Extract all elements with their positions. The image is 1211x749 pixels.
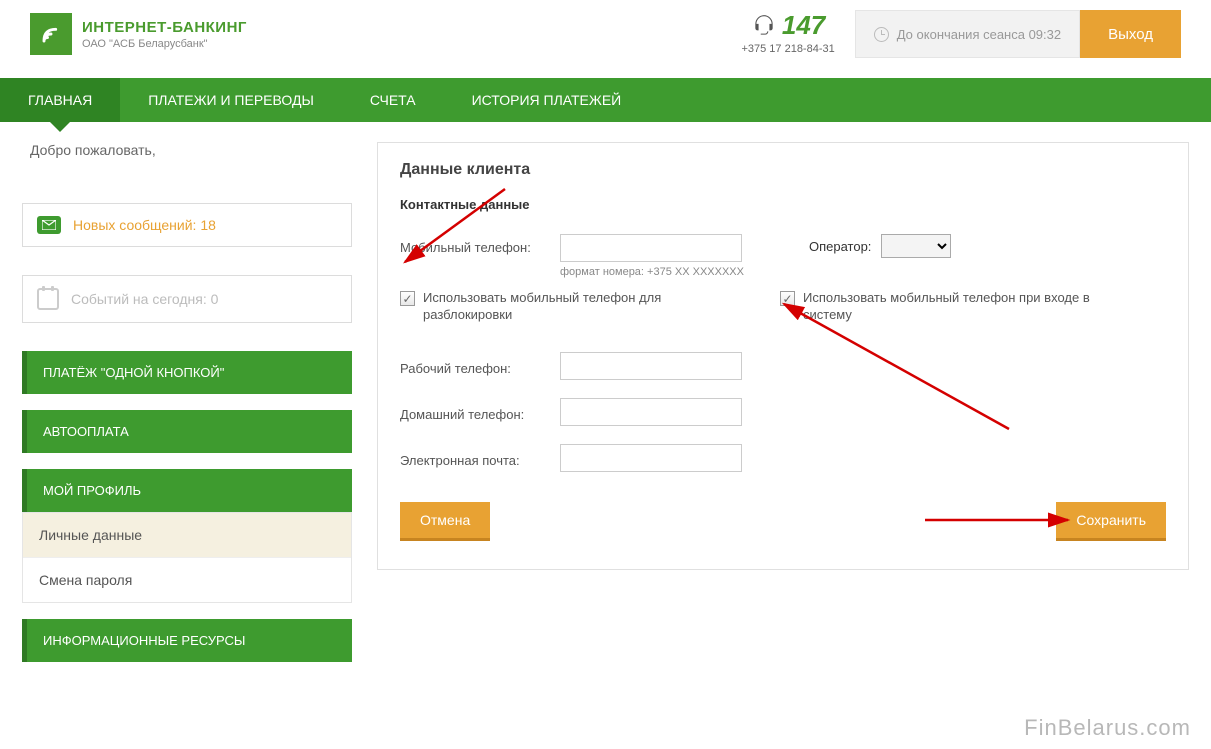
- checkbox-unblock-label: Использовать мобильный телефон для разбл…: [423, 290, 730, 324]
- sidebar-item-my-profile[interactable]: МОЙ ПРОФИЛЬ: [22, 469, 352, 512]
- sidebar-sub-personal-data[interactable]: Личные данные: [23, 513, 351, 558]
- support-phone: +375 17 218-84-31: [741, 43, 834, 55]
- panel-title: Данные клиента: [400, 161, 1166, 179]
- nav-item-accounts[interactable]: СЧЕТА: [342, 78, 444, 122]
- events-count: Событий на сегодня: 0: [71, 291, 218, 307]
- session-label: До окончания сеанса 09:32: [897, 27, 1061, 42]
- sidebar-sub-change-password[interactable]: Смена пароля: [23, 558, 351, 602]
- events-pill[interactable]: Событий на сегодня: 0: [22, 275, 352, 323]
- nav-item-payments[interactable]: ПЛАТЕЖИ И ПЕРЕВОДЫ: [120, 78, 342, 122]
- checkbox-icon: ✓: [400, 291, 415, 306]
- support-short-number: 147: [782, 10, 825, 41]
- messages-count: Новых сообщений: 18: [73, 217, 216, 233]
- checkbox-login[interactable]: ✓ Использовать мобильный телефон при вхо…: [780, 290, 1140, 324]
- panel-subtitle: Контактные данные: [400, 197, 1166, 212]
- sidebar-item-one-button-pay[interactable]: ПЛАТЁЖ "ОДНОЙ КНОПКОЙ": [22, 351, 352, 394]
- nav-item-main[interactable]: ГЛАВНАЯ: [0, 78, 120, 122]
- work-phone-input[interactable]: [560, 352, 742, 380]
- messages-pill[interactable]: Новых сообщений: 18: [22, 203, 352, 247]
- save-button[interactable]: Сохранить: [1056, 502, 1166, 541]
- cancel-button[interactable]: Отмена: [400, 502, 490, 541]
- checkbox-login-label: Использовать мобильный телефон при входе…: [803, 290, 1140, 324]
- welcome-text: Добро пожаловать,: [22, 142, 352, 158]
- headset-icon: [751, 13, 777, 39]
- support-block: 147 +375 17 218-84-31: [741, 10, 854, 58]
- email-label: Электронная почта:: [400, 447, 550, 468]
- logo[interactable]: ИНТЕРНЕТ-БАНКИНГ ОАО "АСБ Беларусбанк": [30, 13, 247, 55]
- sidebar-item-autopay[interactable]: АВТООПЛАТА: [22, 410, 352, 453]
- home-phone-label: Домашний телефон:: [400, 401, 550, 422]
- sidebar-item-info-resources[interactable]: ИНФОРМАЦИОННЫЕ РЕСУРСЫ: [22, 619, 352, 662]
- watermark: FinBelarus.com: [1024, 715, 1191, 741]
- app-subtitle: ОАО "АСБ Беларусбанк": [82, 38, 247, 50]
- mobile-format-note: формат номера: +375 XX XXXXXXX: [560, 266, 744, 278]
- calendar-icon: [37, 288, 59, 310]
- annotation-arrow-icon: [920, 510, 1075, 530]
- email-input[interactable]: [560, 444, 742, 472]
- checkbox-icon: ✓: [780, 291, 795, 306]
- main-nav: ГЛАВНАЯ ПЛАТЕЖИ И ПЕРЕВОДЫ СЧЕТА ИСТОРИЯ…: [0, 78, 1211, 122]
- mobile-input[interactable]: [560, 234, 742, 262]
- app-title: ИНТЕРНЕТ-БАНКИНГ: [82, 19, 247, 36]
- nav-item-history[interactable]: ИСТОРИЯ ПЛАТЕЖЕЙ: [444, 78, 650, 122]
- checkbox-unblock[interactable]: ✓ Использовать мобильный телефон для раз…: [400, 290, 730, 324]
- logout-button[interactable]: Выход: [1080, 10, 1181, 58]
- mail-icon: [37, 216, 61, 234]
- clock-icon: [874, 27, 889, 42]
- client-data-panel: Данные клиента Контактные данные Мобильн…: [377, 142, 1189, 570]
- logo-icon: [30, 13, 72, 55]
- home-phone-input[interactable]: [560, 398, 742, 426]
- operator-select[interactable]: [881, 234, 951, 258]
- session-timer: До окончания сеанса 09:32: [855, 10, 1080, 58]
- work-phone-label: Рабочий телефон:: [400, 355, 550, 376]
- mobile-label: Мобильный телефон:: [400, 234, 550, 255]
- operator-label: Оператор:: [809, 239, 871, 254]
